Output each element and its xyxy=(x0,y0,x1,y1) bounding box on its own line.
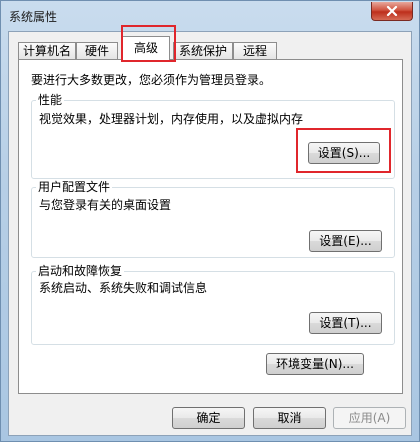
apply-button[interactable]: 应用(A) xyxy=(333,407,406,429)
cancel-button[interactable]: 取消 xyxy=(253,407,326,429)
startup-recovery-title: 启动和故障恢复 xyxy=(36,264,125,278)
tab-label: 硬件 xyxy=(84,44,109,58)
user-profiles-title: 用户配置文件 xyxy=(36,180,113,194)
button-label: 确定 xyxy=(196,411,221,425)
close-button[interactable] xyxy=(371,2,413,21)
button-label: 设置(T)... xyxy=(319,316,372,330)
close-icon xyxy=(386,6,398,16)
tab-system-protection[interactable]: 系统保护 xyxy=(173,42,233,60)
button-label: 应用(A) xyxy=(348,411,391,425)
button-label: 设置(E)... xyxy=(319,234,372,248)
tab-advanced[interactable]: 高级 xyxy=(122,36,170,61)
startup-recovery-description: 系统启动、系统失败和调试信息 xyxy=(39,281,208,295)
button-label: 设置(S)... xyxy=(317,146,371,160)
user-profiles-description: 与您登录有关的桌面设置 xyxy=(39,198,172,212)
ok-button[interactable]: 确定 xyxy=(172,407,245,429)
user-profiles-group: 用户配置文件 与您登录有关的桌面设置 设置(E)... xyxy=(31,180,395,258)
performance-description: 视觉效果，处理器计划，内存使用，以及虚拟内存 xyxy=(39,112,304,126)
admin-notice: 要进行大多数更改，您必须作为管理员登录。 xyxy=(31,73,272,87)
performance-settings-button[interactable]: 设置(S)... xyxy=(308,142,380,164)
startup-recovery-settings-button[interactable]: 设置(T)... xyxy=(309,312,382,334)
button-label: 取消 xyxy=(277,411,302,425)
performance-group: 性能 视觉效果，处理器计划，内存使用，以及虚拟内存 设置(S)... xyxy=(31,93,395,179)
system-properties-window: 系统属性 计算机名 硬件 高级 系统保护 远程 要进行大多数更改，您必须作为管理… xyxy=(0,0,420,442)
tab-label: 高级 xyxy=(133,41,158,55)
tab-label: 远程 xyxy=(242,44,267,58)
environment-variables-button[interactable]: 环境变量(N)... xyxy=(266,353,364,375)
user-profiles-settings-button[interactable]: 设置(E)... xyxy=(309,230,382,252)
tab-hardware[interactable]: 硬件 xyxy=(76,42,118,60)
dialog-client-area: 计算机名 硬件 高级 系统保护 远程 要进行大多数更改，您必须作为管理员登录。 … xyxy=(8,25,412,436)
tab-label: 计算机名 xyxy=(22,44,71,58)
tab-remote[interactable]: 远程 xyxy=(233,42,277,60)
window-title: 系统属性 xyxy=(9,10,58,24)
tab-computer-name[interactable]: 计算机名 xyxy=(18,42,76,60)
title-bar: 系统属性 xyxy=(1,1,419,31)
tab-label: 系统保护 xyxy=(178,44,227,58)
button-label: 环境变量(N)... xyxy=(276,357,354,371)
performance-title: 性能 xyxy=(36,93,65,107)
startup-recovery-group: 启动和故障恢复 系统启动、系统失败和调试信息 设置(T)... xyxy=(31,264,395,345)
